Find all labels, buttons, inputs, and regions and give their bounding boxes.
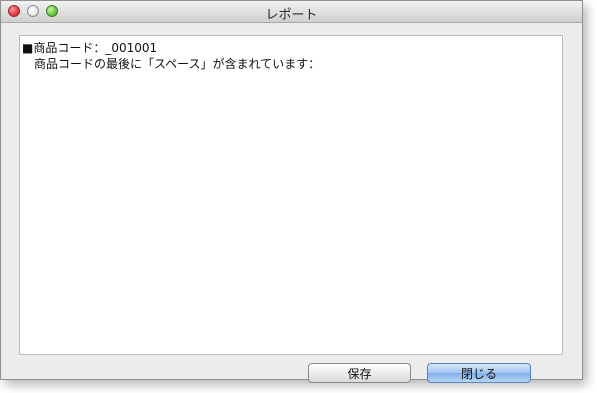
report-window: レポート ■商品コード：_001001 商品コードの最後に「スペース」が含まれて… (0, 0, 583, 383)
report-text-area[interactable]: ■商品コード：_001001 商品コードの最後に「スペース」が含まれています： (19, 35, 563, 355)
title-bar[interactable]: レポート (1, 1, 582, 23)
save-button[interactable]: 保存 (308, 363, 411, 383)
report-line-message: 商品コードの最後に「スペース」が含まれています： (34, 57, 321, 71)
report-line-product-code: ■商品コード：_001001 (22, 41, 158, 55)
window-title: レポート (265, 8, 318, 23)
close-button[interactable]: 閉じる (427, 363, 531, 383)
